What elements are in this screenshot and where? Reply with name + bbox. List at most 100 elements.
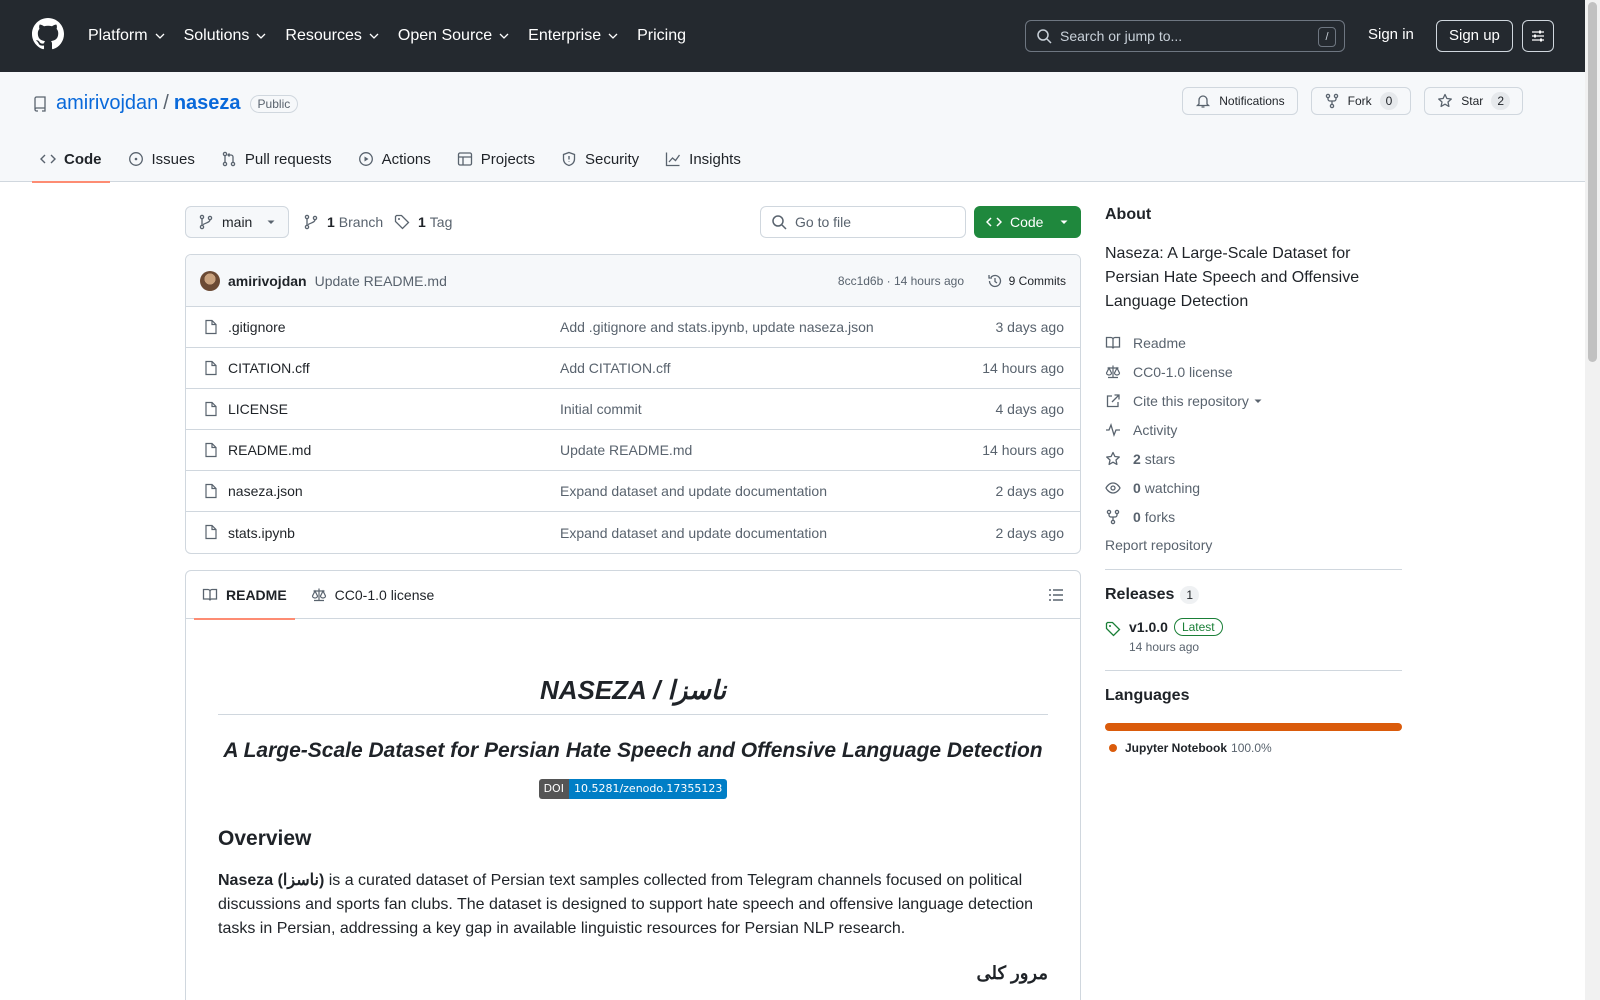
fork-label: Fork — [1347, 94, 1372, 108]
releases-heading[interactable]: Releases — [1105, 586, 1174, 604]
go-to-file-input[interactable]: Go to file — [760, 206, 966, 238]
nav-enterprise[interactable]: Enterprise — [528, 27, 619, 45]
commits-link[interactable]: 9 Commits — [987, 273, 1066, 289]
report-repository-link[interactable]: Report repository — [1105, 537, 1402, 553]
nav-solutions-label: Solutions — [183, 27, 250, 44]
page-scrollbar[interactable] — [1585, 0, 1600, 1000]
notifications-button[interactable]: Notifications — [1182, 87, 1298, 115]
commit-message[interactable]: Update README.md — [315, 273, 447, 289]
file-browser: amirivojdan Update README.md 8cc1d6b · 1… — [185, 254, 1081, 554]
repo-name-link[interactable]: naseza — [174, 92, 241, 115]
tab-readme[interactable]: README — [194, 571, 295, 620]
tab-pull-requests[interactable]: Pull requests — [213, 136, 340, 182]
sliders-icon — [1532, 30, 1544, 42]
global-search-input[interactable]: Search or jump to... / — [1025, 20, 1345, 52]
activity-link[interactable]: Activity — [1105, 415, 1402, 444]
file-icon — [205, 524, 217, 540]
tab-projects[interactable]: Projects — [449, 136, 543, 182]
code-icon — [986, 217, 1002, 227]
file-commit-message[interactable]: Expand dataset and update documentation — [560, 483, 827, 499]
latest-badge: Latest — [1173, 618, 1223, 636]
release-version[interactable]: v1.0.0 — [1129, 619, 1168, 635]
file-icon — [205, 483, 217, 499]
nav-solutions[interactable]: Solutions — [184, 27, 268, 45]
repo-header: amirivojdan / naseza Public Notification… — [0, 72, 1585, 183]
outline-list-icon[interactable] — [1048, 587, 1064, 603]
nav-open-source-label: Open Source — [397, 27, 493, 44]
code-icon — [40, 154, 56, 164]
license-link-label: CC0-1.0 license — [1133, 363, 1233, 380]
table-row: stats.ipynb Expand dataset and update do… — [186, 512, 1080, 553]
doi-badge-value: 10.5281/zenodo.17355123 — [568, 779, 728, 799]
nav-platform[interactable]: Platform — [88, 27, 166, 45]
cite-repository-link[interactable]: Cite this repository — [1105, 386, 1402, 415]
release-item[interactable]: v1.0.0 Latest 14 hours ago — [1105, 618, 1402, 654]
branch-selector[interactable]: main — [185, 206, 289, 238]
star-button[interactable]: Star 2 — [1424, 87, 1523, 115]
sign-in-link[interactable]: Sign in — [1368, 26, 1414, 43]
table-row: .gitignore Add .gitignore and stats.ipyn… — [186, 307, 1080, 348]
nav-resources[interactable]: Resources — [285, 27, 379, 45]
nav-pricing[interactable]: Pricing — [637, 27, 686, 45]
settings-menu-button[interactable] — [1522, 20, 1554, 52]
caret-down-icon — [267, 220, 275, 224]
search-placeholder: Search or jump to... — [1060, 28, 1183, 44]
file-name[interactable]: CITATION.cff — [228, 360, 310, 376]
tab-security-label: Security — [584, 150, 640, 168]
tab-actions[interactable]: Actions — [350, 136, 439, 182]
license-link[interactable]: CC0-1.0 license — [1105, 357, 1402, 386]
visibility-badge: Public — [249, 94, 299, 113]
file-commit-message[interactable]: Add CITATION.cff — [560, 360, 670, 376]
doi-badge[interactable]: DOI 10.5281/zenodo.17355123 — [218, 779, 1048, 799]
watching-link[interactable]: 0 watching — [1105, 473, 1402, 502]
nav-resources-label: Resources — [285, 27, 362, 44]
tab-readme-label: README — [226, 586, 287, 603]
commit-meta[interactable]: 8cc1d6b · 14 hours ago — [838, 274, 964, 288]
stars-link[interactable]: 2 stars — [1105, 444, 1402, 473]
commit-author[interactable]: amirivojdan — [228, 273, 307, 289]
caret-down-icon — [1060, 220, 1068, 224]
tags-link[interactable]: 1 Tag — [394, 214, 452, 230]
nav-open-source[interactable]: Open Source — [398, 27, 510, 45]
branch-name: main — [222, 214, 253, 230]
fork-button[interactable]: Fork 0 — [1310, 87, 1412, 115]
scrollbar-thumb[interactable] — [1588, 2, 1597, 362]
star-icon — [1438, 93, 1453, 108]
file-name[interactable]: LICENSE — [228, 401, 288, 417]
language-item[interactable]: Jupyter Notebook 100.0% — [1105, 741, 1402, 755]
search-icon — [1037, 29, 1052, 44]
tab-projects-label: Projects — [480, 150, 535, 168]
tab-security[interactable]: Security — [553, 136, 647, 182]
branches-link[interactable]: 1 Branch — [303, 214, 383, 230]
chevron-down-icon — [608, 33, 618, 39]
file-commit-message[interactable]: Add .gitignore and stats.ipynb, update n… — [560, 319, 874, 335]
chevron-down-icon — [369, 33, 379, 39]
tab-code[interactable]: Code — [32, 136, 110, 183]
file-name[interactable]: stats.ipynb — [228, 525, 295, 541]
file-name[interactable]: README.md — [228, 442, 311, 458]
release-title-row: v1.0.0 Latest — [1129, 618, 1223, 636]
tag-icon — [394, 214, 410, 230]
sign-up-button[interactable]: Sign up — [1436, 20, 1513, 52]
release-details: v1.0.0 Latest 14 hours ago — [1129, 618, 1223, 654]
chevron-down-icon — [499, 33, 509, 39]
file-name[interactable]: naseza.json — [228, 483, 303, 499]
file-commit-time: 14 hours ago — [982, 360, 1064, 376]
code-dropdown-button[interactable]: Code — [974, 206, 1081, 238]
tab-license[interactable]: CC0-1.0 license — [303, 571, 443, 619]
avatar[interactable] — [200, 270, 220, 291]
notifications-label: Notifications — [1219, 94, 1285, 108]
repo-owner-link[interactable]: amirivojdan — [56, 92, 158, 115]
tab-issues[interactable]: Issues — [120, 136, 203, 182]
file-commit-message[interactable]: Update README.md — [560, 442, 692, 458]
file-commit-message[interactable]: Initial commit — [560, 401, 642, 417]
bell-icon — [1196, 95, 1211, 108]
file-commit-message[interactable]: Expand dataset and update documentation — [560, 525, 827, 541]
star-count: 2 — [1491, 92, 1510, 110]
file-name[interactable]: .gitignore — [228, 319, 286, 335]
github-logo-icon[interactable] — [32, 18, 64, 50]
readme-link[interactable]: Readme — [1105, 328, 1402, 357]
forks-link[interactable]: 0 forks — [1105, 502, 1402, 531]
tab-insights[interactable]: Insights — [657, 136, 749, 182]
repo-separator: / — [163, 92, 169, 114]
